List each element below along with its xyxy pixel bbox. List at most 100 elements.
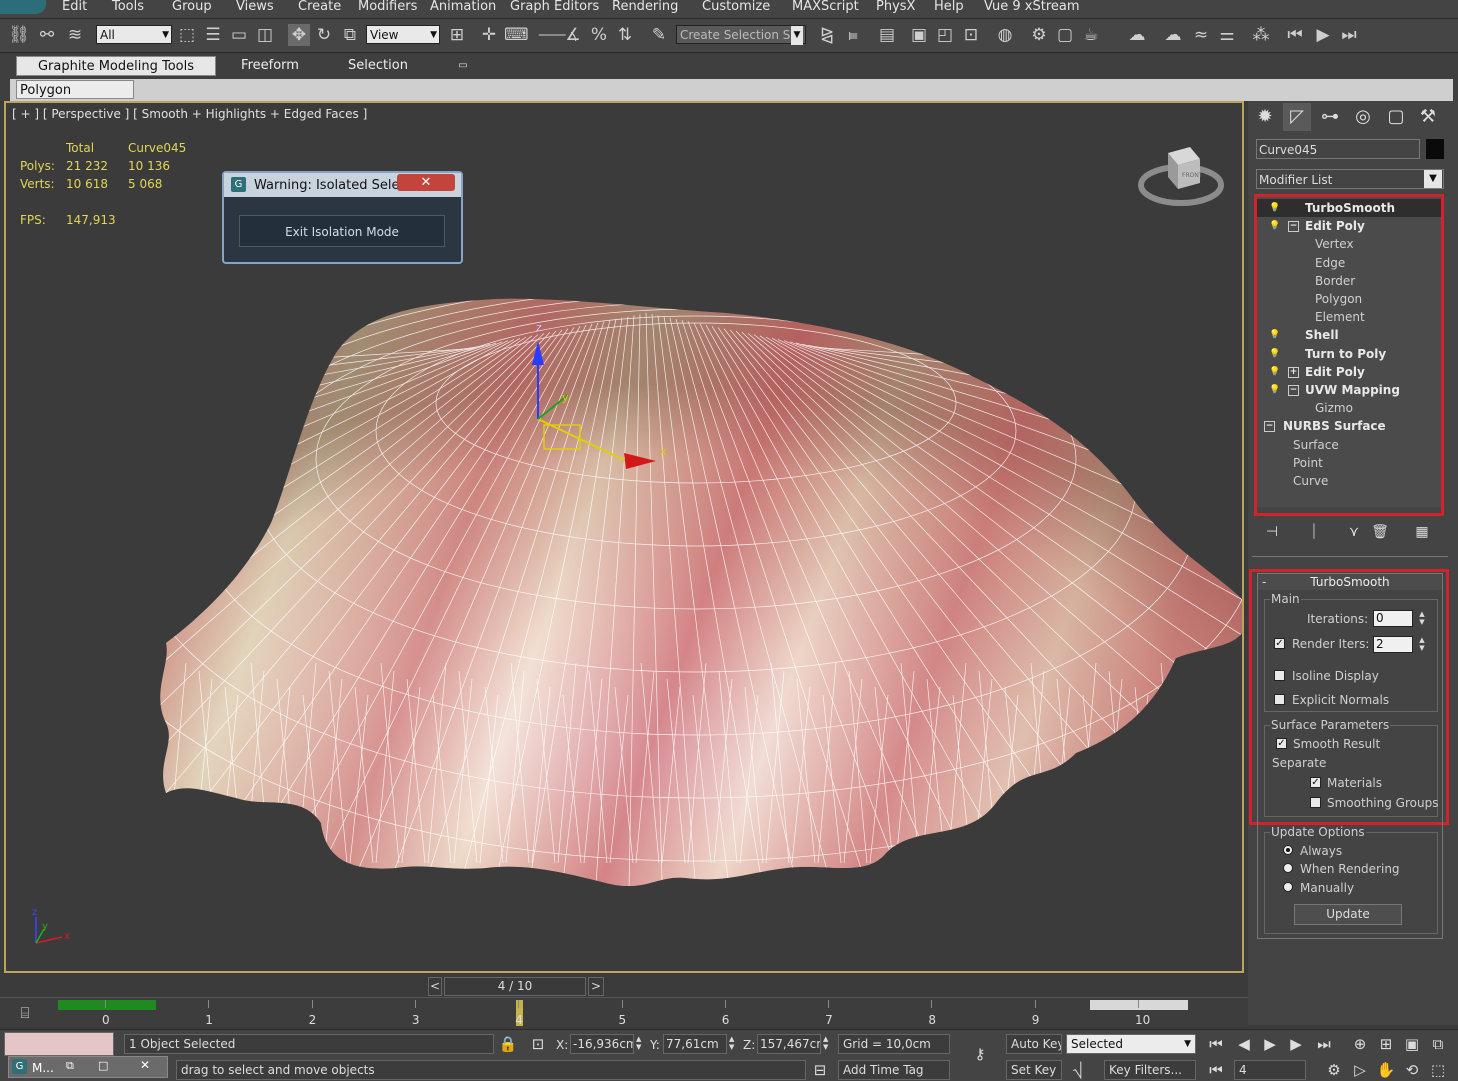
selection-filter-dropdown[interactable]: All ▼ [96,25,172,44]
go-to-start-icon[interactable]: ⏮ [1284,24,1306,46]
spinner-arrows-icon[interactable]: ▲ ▼ [729,1035,734,1051]
time-configuration-icon[interactable]: ⚙ [1324,1060,1344,1080]
make-unique-icon[interactable]: ⋎ [1344,522,1364,542]
pin-stack-icon[interactable]: ⊣ [1262,522,1282,542]
menu-item-graph-editors[interactable]: Graph Editors [510,0,599,16]
modifier-stack-item-edit-poly[interactable]: 💡 + Edit Poly [1257,363,1441,381]
chevron-down-icon[interactable]: ▼ [1424,170,1442,188]
key-filters-button[interactable]: Key Filters... [1104,1060,1196,1080]
go-to-start-icon[interactable]: ⏮ [1206,1034,1226,1054]
percent-snap-icon[interactable]: % [588,24,610,46]
modify-tab-icon[interactable]: ◸ [1283,103,1311,131]
tab-selection[interactable]: Selection [336,56,420,76]
menu-item-vue-9-xstream[interactable]: Vue 9 xStream [984,0,1080,16]
key-icon[interactable]: ⚷ [966,1044,994,1064]
lightbulb-icon[interactable]: 💡 [1269,329,1280,341]
turbosmooth-rollout-title[interactable]: TurboSmooth [1258,574,1442,590]
object-name-field[interactable]: Curve045 [1256,139,1420,159]
modifier-stack-item-edit-poly[interactable]: 💡 − Edit Poly [1257,217,1441,235]
pivot-center-icon[interactable]: ⊞ [446,24,468,46]
menu-item-views[interactable]: Views [236,0,274,16]
bind-space-warp-icon[interactable]: ≋ [64,24,86,46]
modifier-stack-item-turn-to-poly[interactable]: 💡 Turn to Poly [1257,345,1441,363]
angle-snap-icon[interactable]: ∡ [562,24,584,46]
render-iters-checkbox[interactable]: ✓ [1274,638,1285,649]
modifier-stack-item-element[interactable]: Element [1257,308,1441,326]
zoom-extents-icon[interactable]: ▣ [1402,1034,1422,1054]
ribbon-options-icon[interactable]: ▭ [455,60,471,72]
utilities-tab-icon[interactable]: ⚒ [1414,103,1442,131]
vue-atmosphere-icon[interactable]: ≈ [1190,24,1212,46]
named-selection-set-field[interactable]: Create Selection Se ▼ [676,25,806,45]
play-icon[interactable]: ▶ [1312,24,1334,46]
polygon-modeling-panel[interactable]: Polygon Modeling [16,80,134,117]
modifier-stack-item-edge[interactable]: Edge [1257,254,1441,272]
lightbulb-icon[interactable]: 💡 [1269,202,1280,214]
reference-coordinate-dropdown[interactable]: View ▼ [366,25,440,44]
zoom-all-icon[interactable]: ⊞ [1376,1034,1396,1054]
isoline-display-checkbox[interactable] [1274,670,1285,681]
absolute-mode-icon[interactable]: ⊡ [528,1034,548,1054]
field-of-view-icon[interactable]: ▷ [1350,1060,1370,1080]
rectangular-selection-icon[interactable]: ▭ [228,24,250,46]
time-slider[interactable]: 4 / 10 [444,977,586,996]
close-icon[interactable]: ✕ [397,174,455,191]
maximize-icon[interactable]: □ [98,1059,112,1073]
time-tag-icon[interactable]: ⊟ [810,1060,830,1080]
y-coordinate-field[interactable]: 77,61cm [663,1034,727,1054]
next-frame-icon[interactable]: ▶ [1286,1034,1306,1054]
expand-icon[interactable]: + [1288,366,1299,378]
select-link-icon[interactable]: ⛓ [8,24,30,46]
key-mode-dropdown[interactable]: Selected ▼ [1066,1034,1196,1054]
smoothing-groups-checkbox[interactable] [1310,797,1321,808]
rendered-frame-icon[interactable]: ▢ [1054,24,1076,46]
render-iters-spinner[interactable]: 2 [1373,636,1413,653]
create-tab-icon[interactable]: ✹ [1251,103,1279,131]
menu-item-group[interactable]: Group [172,0,212,16]
scale-icon[interactable]: ⧉ [339,24,361,46]
modifier-stack-item-gizmo[interactable]: Gizmo [1257,399,1441,417]
rollout-collapse-icon[interactable]: - [1262,574,1266,590]
show-end-result-icon[interactable]: ⏐ [1304,522,1324,542]
menu-item-tools[interactable]: Tools [112,0,144,16]
spinner-arrows-icon[interactable]: ▲ ▼ [1417,636,1427,653]
unlink-icon[interactable]: ⚯ [36,24,58,46]
modifier-stack-item-uvw-mapping[interactable]: 💡 − UVW Mapping [1257,381,1441,399]
mirror-icon[interactable]: ⧎ [816,24,838,46]
exit-isolation-mode-button[interactable]: Exit Isolation Mode [239,215,445,247]
spinner-arrows-icon[interactable]: ▲ ▼ [823,1035,828,1051]
configure-modifier-sets-icon[interactable]: ▦ [1412,522,1432,542]
schematic-view-icon[interactable]: ⊡ [960,24,982,46]
modifier-stack-item-point[interactable]: Point [1257,454,1441,472]
when-rendering-radio[interactable] [1283,863,1293,873]
lightbulb-icon[interactable]: 💡 [1269,348,1280,360]
iterations-spinner[interactable]: 0 [1373,610,1413,627]
z-coordinate-field[interactable]: 157,467cm [757,1034,821,1054]
menu-item-edit[interactable]: Edit [62,0,87,16]
add-time-tag-button[interactable]: Add Time Tag [838,1060,950,1080]
maximize-viewport-icon[interactable]: ⬚ [1428,1060,1448,1080]
manually-radio[interactable] [1283,882,1293,892]
pan-icon[interactable]: ✋ [1376,1060,1396,1080]
select-object-icon[interactable]: ⬚ [176,24,198,46]
close-icon[interactable]: ✕ [140,1058,154,1072]
spinner-arrows-icon[interactable]: ▲ ▼ [1417,610,1427,627]
set-key-button[interactable]: Set Key [1006,1060,1062,1080]
window-crossing-icon[interactable]: ◫ [254,24,276,46]
keyboard-shortcut-icon[interactable]: ⌨ [504,24,529,46]
render-setup-icon[interactable]: ⚙ [1028,24,1050,46]
modifier-stack-item-vertex[interactable]: Vertex [1257,235,1441,253]
open-mini-curve-editor-icon[interactable]: ⌸ [14,1004,36,1024]
always-radio[interactable] [1283,845,1293,855]
collapse-icon[interactable]: − [1288,221,1299,233]
display-tab-icon[interactable]: ▢ [1382,103,1410,131]
layer-manager-icon[interactable]: ▤ [876,24,898,46]
menu-item-physx[interactable]: PhysX [876,0,915,16]
collapse-icon[interactable]: − [1264,421,1275,433]
menu-item-customize[interactable]: Customize [702,0,770,16]
modifier-stack-item-curve[interactable]: Curve [1257,472,1441,490]
select-by-name-icon[interactable]: ☰ [202,24,224,46]
lightbulb-icon[interactable]: 💡 [1269,366,1280,378]
auto-key-button[interactable]: Auto Key [1006,1034,1062,1054]
set-key-icon[interactable]: ⎷ [1068,1060,1088,1080]
